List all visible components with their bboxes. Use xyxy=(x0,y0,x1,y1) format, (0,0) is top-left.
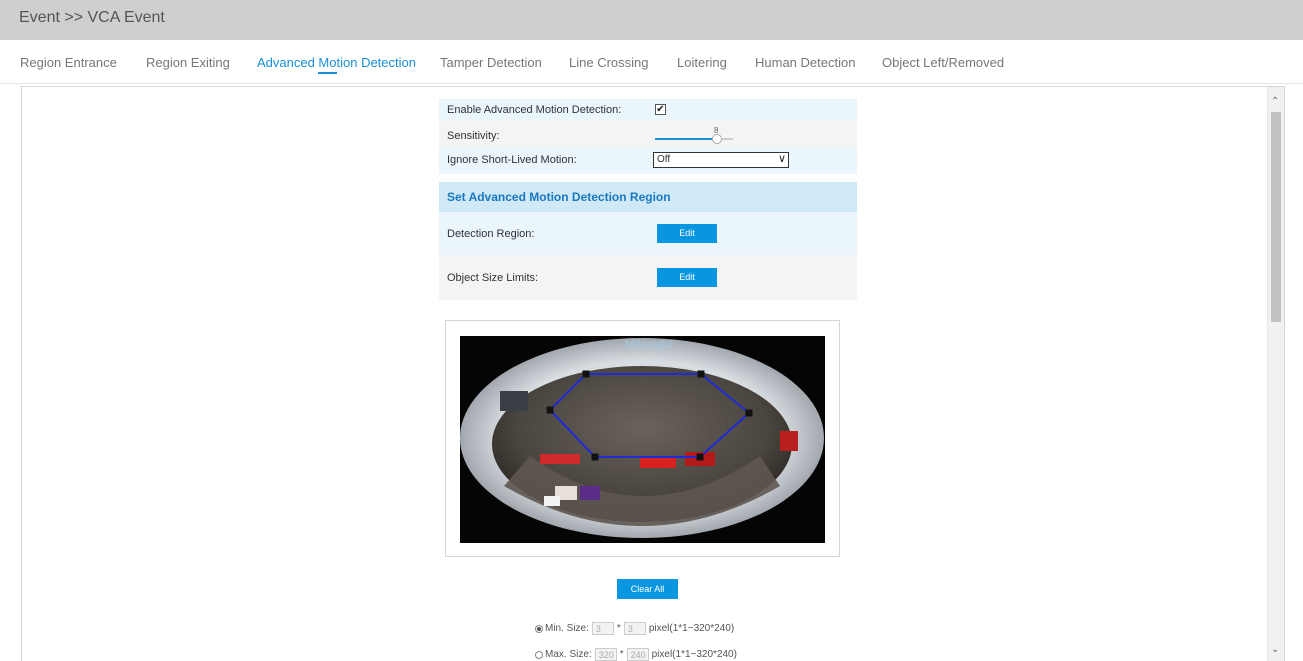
fisheye-scene: Milesight xyxy=(460,337,824,538)
fisheye-preview[interactable]: Milesight xyxy=(460,336,825,543)
max-size-range: pixel(1*1~320*240) xyxy=(651,649,737,660)
sensitivity-slider-fill xyxy=(655,138,717,140)
min-size-label: Min. Size: xyxy=(545,623,589,634)
enable-checkbox[interactable]: ✔ xyxy=(655,104,666,115)
floor-item-b xyxy=(580,486,600,500)
region-section-title: Set Advanced Motion Detection Region xyxy=(447,190,671,204)
region-vertex-handle[interactable] xyxy=(546,406,554,414)
panel-scrollbar[interactable]: ⌃ ⌄ xyxy=(1267,87,1284,661)
scrollbar-thumb[interactable] xyxy=(1271,112,1281,322)
tab-tamper-detection[interactable]: Tamper Detection xyxy=(440,55,542,70)
min-size-range: pixel(1*1~320*240) xyxy=(648,623,735,634)
video-preview-frame: Milesight xyxy=(445,320,840,557)
breadcrumb: Event >> VCA Event xyxy=(19,9,165,26)
sensitivity-label: Sensitivity: xyxy=(447,130,500,142)
tab-advanced-motion-detection[interactable]: Advanced Motion Detection xyxy=(257,55,416,70)
ignore-row: Ignore Short-Lived Motion: Off ∨ xyxy=(439,147,857,174)
enable-label: Enable Advanced Motion Detection: xyxy=(447,104,622,116)
wall-panel-right xyxy=(780,431,798,451)
max-size-radio[interactable] xyxy=(535,650,543,659)
wall-screen-left xyxy=(500,391,528,411)
tab-loitering[interactable]: Loitering xyxy=(677,55,727,70)
tabs-row: Region Entrance Region Exiting Advanced … xyxy=(0,40,1303,84)
max-size-width-input[interactable]: 320 xyxy=(594,648,617,661)
min-size-radio[interactable] xyxy=(535,624,543,633)
detection-region-edit-button[interactable]: Edit xyxy=(657,224,717,243)
min-size-separator: * xyxy=(616,623,621,634)
enable-row: Enable Advanced Motion Detection: ✔ xyxy=(439,99,857,121)
sensitivity-slider-handle[interactable] xyxy=(712,134,722,144)
detection-region-row: Detection Region: Edit xyxy=(439,212,857,255)
tab-region-entrance[interactable]: Region Entrance xyxy=(20,55,117,70)
max-size-height-input[interactable]: 240 xyxy=(626,648,649,661)
tab-region-exiting[interactable]: Region Exiting xyxy=(146,55,230,70)
detection-region-label: Detection Region: xyxy=(447,228,535,240)
min-size-height-input[interactable]: 3 xyxy=(623,622,646,635)
sensitivity-row: Sensitivity: 8 xyxy=(439,121,857,147)
region-vertex-handle[interactable] xyxy=(745,409,753,417)
region-vertex-handle[interactable] xyxy=(591,453,599,461)
max-size-label: Max. Size: xyxy=(545,649,592,660)
object-size-row: Object Size Limits: Edit xyxy=(439,255,857,300)
preview-watermark: Milesight xyxy=(625,337,673,351)
clear-all-button[interactable]: Clear All xyxy=(617,579,678,599)
ignore-short-lived-select[interactable]: Off ∨ xyxy=(653,152,789,168)
ignore-select-value: Off xyxy=(657,154,671,165)
active-tab-indicator xyxy=(318,72,337,74)
region-vertex-handle[interactable] xyxy=(582,370,590,378)
header-bar: Event >> VCA Event xyxy=(0,0,1303,40)
scroll-down-icon[interactable]: ⌄ xyxy=(1271,645,1279,655)
min-size-width-input[interactable]: 3 xyxy=(591,622,614,635)
ignore-label: Ignore Short-Lived Motion: xyxy=(447,154,577,166)
region-vertex-handle[interactable] xyxy=(697,370,705,378)
region-vertex-handle[interactable] xyxy=(696,453,704,461)
chevron-down-icon: ∨ xyxy=(777,153,786,165)
object-size-edit-button[interactable]: Edit xyxy=(657,268,717,287)
motion-detection-form: Enable Advanced Motion Detection: ✔ Sens… xyxy=(439,99,857,300)
max-size-row: Max. Size: 320 * 240 pixel(1*1~320*240) xyxy=(535,648,737,661)
region-section-header: Set Advanced Motion Detection Region xyxy=(439,182,857,212)
floor-item-c xyxy=(544,496,560,506)
scroll-up-icon[interactable]: ⌃ xyxy=(1271,97,1279,107)
max-size-separator: * xyxy=(619,649,624,660)
tab-line-crossing[interactable]: Line Crossing xyxy=(569,55,649,70)
object-size-label: Object Size Limits: xyxy=(447,272,539,284)
settings-panel: Enable Advanced Motion Detection: ✔ Sens… xyxy=(21,86,1285,661)
red-sign-left xyxy=(540,454,580,464)
tab-human-detection[interactable]: Human Detection xyxy=(755,55,855,70)
min-size-row: Min. Size: 3 * 3 pixel(1*1~320*240) xyxy=(535,622,734,635)
sensitivity-slider[interactable]: 8 xyxy=(655,126,733,144)
tab-object-left-removed[interactable]: Object Left/Removed xyxy=(882,55,1004,70)
